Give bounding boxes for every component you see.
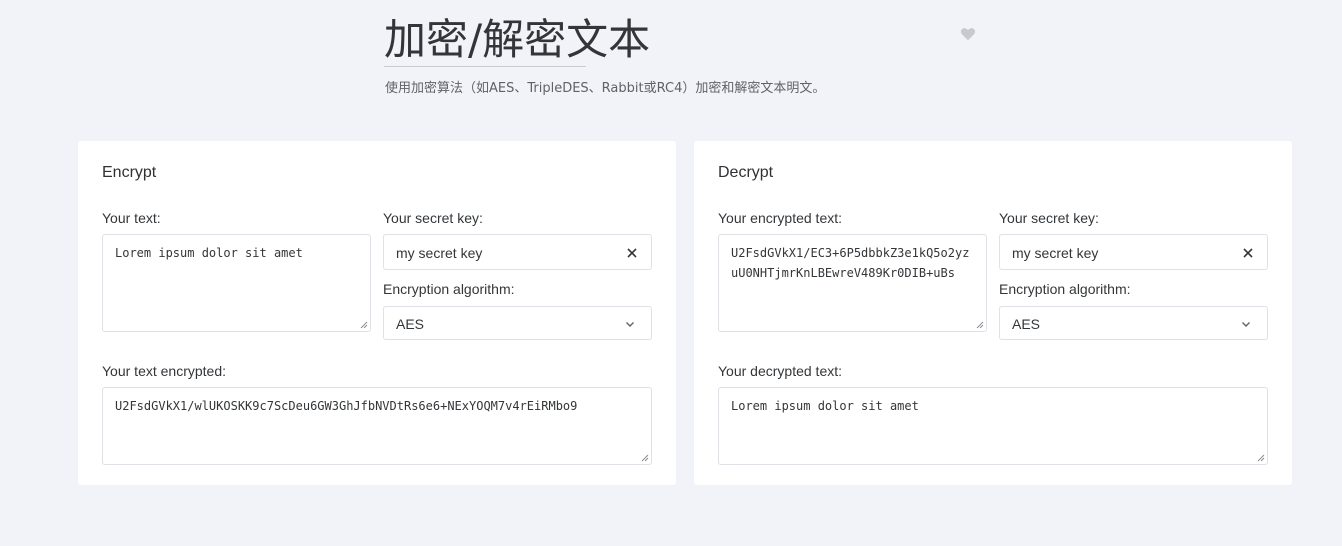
decrypt-algorithm-label: Encryption algorithm: xyxy=(999,281,1131,297)
decrypt-algorithm-select[interactable]: AES xyxy=(999,306,1268,340)
chevron-down-icon xyxy=(1242,322,1250,327)
encrypt-algorithm-select[interactable]: AES xyxy=(383,306,652,340)
encrypt-key-input[interactable]: my secret key xyxy=(383,234,652,270)
resize-handle-icon[interactable] xyxy=(976,321,984,329)
page: 加密/解密文本 使用加密算法（如AES、TripleDES、Rabbit或RC4… xyxy=(0,0,1342,546)
decrypt-text-label: Your encrypted text: xyxy=(718,210,843,226)
decrypt-key-input[interactable]: my secret key xyxy=(999,234,1268,270)
resize-handle-icon[interactable] xyxy=(360,321,368,329)
encrypt-card-title: Encrypt xyxy=(102,164,157,181)
encrypt-algorithm-label: Encryption algorithm: xyxy=(383,281,515,297)
resize-handle-icon[interactable] xyxy=(1257,454,1265,462)
decrypt-algorithm-value: AES xyxy=(1012,316,1041,332)
decrypt-text-value: U2FsdGVkX1/EC3+6P5dbbkZ3e1kQ5o2yzuU0NHTj… xyxy=(731,246,970,280)
heart-icon[interactable] xyxy=(960,26,976,42)
title-underline xyxy=(384,66,586,67)
decrypt-output-value: Lorem ipsum dolor sit amet xyxy=(731,399,919,413)
decrypt-key-label: Your secret key: xyxy=(999,210,1099,226)
decrypt-card-title: Decrypt xyxy=(718,164,774,181)
decrypt-card: Decrypt Your encrypted text: U2FsdGVkX1/… xyxy=(694,141,1292,485)
decrypt-output-text[interactable]: Lorem ipsum dolor sit amet xyxy=(718,387,1268,465)
decrypt-output-label: Your decrypted text: xyxy=(718,363,843,379)
encrypt-output-value: U2FsdGVkX1/wlUKOSKK9c7ScDeu6GW3GhJfbNVDt… xyxy=(115,399,578,413)
clear-icon[interactable] xyxy=(1241,246,1255,260)
decrypt-text-input[interactable]: U2FsdGVkX1/EC3+6P5dbbkZ3e1kQ5o2yzuU0NHTj… xyxy=(718,234,987,332)
chevron-down-icon xyxy=(626,322,634,327)
clear-icon[interactable] xyxy=(625,246,639,260)
page-title: 加密/解密文本 xyxy=(384,15,651,64)
encrypt-text-label: Your text: xyxy=(102,210,161,226)
encrypt-output-text[interactable]: U2FsdGVkX1/wlUKOSKK9c7ScDeu6GW3GhJfbNVDt… xyxy=(102,387,652,465)
encrypt-output-label: Your text encrypted: xyxy=(102,363,227,379)
resize-handle-icon[interactable] xyxy=(641,454,649,462)
encrypt-card: Encrypt Your text: Lorem ipsum dolor sit… xyxy=(78,141,676,485)
page-header: 加密/解密文本 使用加密算法（如AES、TripleDES、Rabbit或RC4… xyxy=(384,8,984,108)
decrypt-key-value: my secret key xyxy=(1012,245,1099,261)
page-subtitle: 使用加密算法（如AES、TripleDES、Rabbit或RC4）加密和解密文本… xyxy=(385,81,826,96)
encrypt-text-value: Lorem ipsum dolor sit amet xyxy=(115,246,303,260)
encrypt-algorithm-value: AES xyxy=(396,316,425,332)
encrypt-key-label: Your secret key: xyxy=(383,210,483,226)
encrypt-text-input[interactable]: Lorem ipsum dolor sit amet xyxy=(102,234,371,332)
encrypt-key-value: my secret key xyxy=(396,245,483,261)
